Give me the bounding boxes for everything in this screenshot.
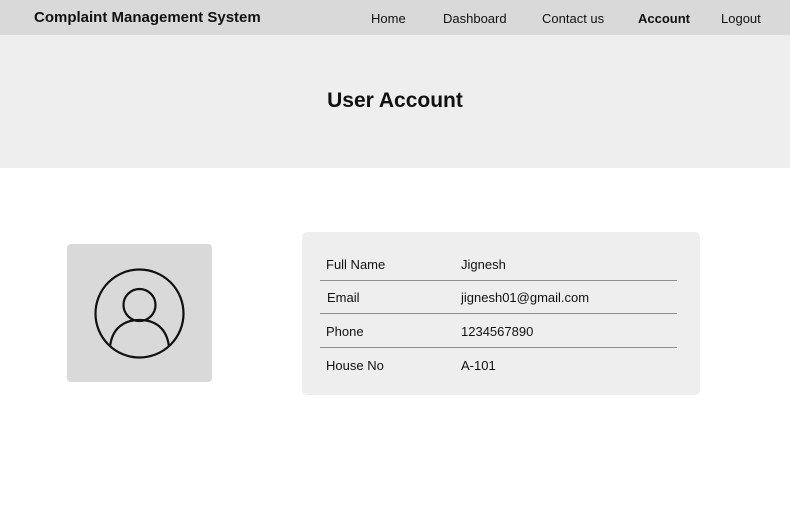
field-label: Phone xyxy=(326,324,364,339)
avatar xyxy=(67,244,212,382)
profile-details-card: Full Name Jignesh Email jignesh01@gmail.… xyxy=(302,232,700,395)
nav-logout-link[interactable]: Logout xyxy=(721,11,761,26)
page-title: User Account xyxy=(327,89,463,112)
field-label: House No xyxy=(326,358,384,373)
field-value: A-101 xyxy=(461,358,496,373)
profile-row-phone: Phone 1234567890 xyxy=(320,315,677,348)
nav-account-link[interactable]: Account xyxy=(638,11,690,26)
profile-row-house-no: House No A-101 xyxy=(320,349,677,382)
field-label: Email xyxy=(327,290,360,305)
profile-row-full-name: Full Name Jignesh xyxy=(320,248,677,281)
profile-row-email: Email jignesh01@gmail.com xyxy=(320,281,677,314)
page-header: User Account xyxy=(0,35,790,168)
app-title: Complaint Management System xyxy=(34,9,261,26)
nav-contact-link[interactable]: Contact us xyxy=(542,11,604,26)
nav-home-link[interactable]: Home xyxy=(371,11,406,26)
top-navbar: Complaint Management System Home Dashboa… xyxy=(0,0,790,35)
field-value: 1234567890 xyxy=(461,324,534,339)
field-value: jignesh01@gmail.com xyxy=(461,290,590,305)
field-label: Full Name xyxy=(326,257,386,272)
nav-dashboard-link[interactable]: Dashboard xyxy=(443,11,507,26)
user-circle-icon xyxy=(94,268,185,359)
field-value: Jignesh xyxy=(461,257,506,272)
